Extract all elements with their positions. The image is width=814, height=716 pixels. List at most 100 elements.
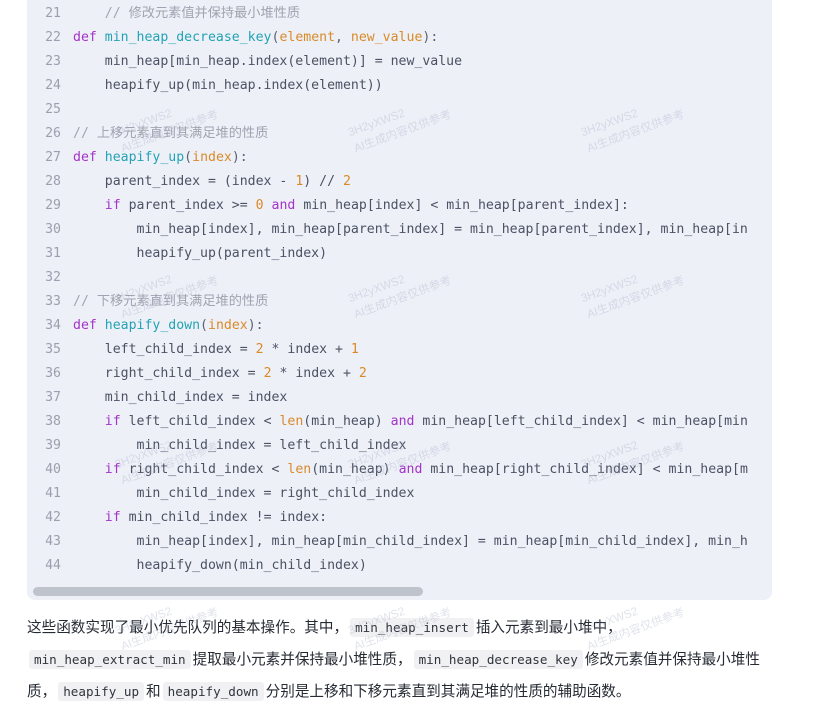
code-token: 1	[350, 342, 359, 357]
code-line-content: // 上移元素直到其满足堆的性质	[73, 122, 772, 146]
code-line-content: min_heap[index], min_heap[min_child_inde…	[73, 530, 772, 554]
code-line: 35 left_child_index = 2 * index + 1	[27, 338, 772, 362]
line-number: 25	[45, 102, 61, 117]
code-token: 2	[263, 366, 272, 381]
line-number: 24	[45, 78, 61, 93]
line-number: 44	[45, 558, 61, 573]
code-token: len	[279, 414, 304, 429]
code-token: def	[73, 30, 105, 45]
code-token: right_child_index =	[73, 366, 264, 381]
code-line: 33 // 下移元素直到其满足堆的性质	[27, 290, 772, 314]
line-number: 42	[45, 510, 61, 525]
code-line-content: left_child_index = 2 * index + 1	[73, 338, 772, 362]
code-line-content: def heapify_up(index):	[73, 146, 772, 170]
line-number: 32	[45, 270, 61, 285]
code-line: 41 min_child_index = right_child_index	[27, 482, 772, 506]
explanation-paragraph: 这些函数实现了最小优先队列的基本操作。其中， min_heap_insert 插入元…	[27, 612, 787, 708]
code-line-content: if parent_index >= 0 and min_heap[index]…	[73, 194, 772, 218]
line-number: 33	[45, 294, 61, 309]
line-number: 21	[45, 6, 61, 21]
code-token: right_child_index <	[128, 462, 288, 477]
code-token: (min_heap)	[311, 462, 399, 477]
line-number: 28	[45, 174, 61, 189]
code-token: heapify_up(parent_index)	[73, 246, 328, 261]
code-line-content: heapify_down(min_child_index)	[73, 554, 772, 578]
code-line: 42 if min_child_index != index:	[27, 506, 772, 530]
code-line-content: if min_child_index != index:	[73, 506, 772, 530]
code-scroll-area[interactable]: 21 // 修改元素值并保持最小堆性质 22 def min_heap_decrea…	[27, 0, 772, 600]
prose-text: 这些函数实现了最小优先队列的基本操作。其中，	[27, 620, 349, 636]
code-line-content: min_child_index = left_child_index	[73, 434, 772, 458]
code-token: if	[104, 414, 129, 429]
code-line: 29 if parent_index >= 0 and min_heap[ind…	[27, 194, 772, 218]
prose-text: 提取最小元素并保持最小堆性质，	[192, 652, 412, 668]
code-line-content: heapify_up(min_heap.index(element))	[73, 74, 772, 98]
code-line: 34 def heapify_down(index):	[27, 314, 772, 338]
code-line: 32	[27, 266, 772, 290]
line-number: 41	[45, 486, 61, 501]
code-token: parent_index >=	[128, 198, 256, 213]
inline-code: min_heap_extract_min	[29, 650, 191, 669]
code-token: ):	[422, 30, 439, 45]
code-token: parent_index = (index -	[73, 174, 296, 189]
inline-code: heapify_down	[162, 682, 264, 701]
code-token: min_heap[index], min_heap[parent_index] …	[73, 222, 748, 237]
code-token: (	[184, 150, 193, 165]
code-block: 21 // 修改元素值并保持最小堆性质 22 def min_heap_decrea…	[27, 0, 772, 600]
code-line-content	[73, 266, 772, 290]
code-token: element	[279, 30, 336, 45]
code-token: def	[73, 318, 105, 333]
line-number: 39	[45, 438, 61, 453]
code-token: len	[287, 462, 312, 477]
inline-code: min_heap_decrease_key	[413, 650, 583, 669]
code-token: heapify_up	[104, 150, 185, 165]
code-token: ,	[335, 30, 351, 45]
code-line-list: 21 // 修改元素值并保持最小堆性质 22 def min_heap_decrea…	[27, 0, 772, 578]
code-line: 38 if left_child_index < len(min_heap) a…	[27, 410, 772, 434]
code-line-content: min_heap[index], min_heap[parent_index] …	[73, 218, 772, 242]
code-line: 43 min_heap[index], min_heap[min_child_i…	[27, 530, 772, 554]
horizontal-scrollbar[interactable]	[27, 587, 772, 596]
code-token: min_child_index != index:	[128, 510, 328, 525]
line-number: 43	[45, 534, 61, 549]
code-token: def	[73, 150, 105, 165]
code-line: 37 min_child_index = index	[27, 386, 772, 410]
code-token: if	[104, 198, 129, 213]
code-token: 0	[255, 198, 264, 213]
line-number: 34	[45, 318, 61, 333]
code-token: // 上移元素直到其满足堆的性质	[73, 126, 269, 141]
code-line-content: // 修改元素值并保持最小堆性质	[73, 2, 772, 26]
inline-code: min_heap_insert	[350, 618, 474, 637]
code-token: //	[319, 174, 343, 189]
code-line-content: right_child_index = 2 * index + 2	[73, 362, 772, 386]
code-line: 44 heapify_down(min_child_index)	[27, 554, 772, 578]
code-line-content: min_child_index = right_child_index	[73, 482, 772, 506]
code-line-content: heapify_up(parent_index)	[73, 242, 772, 266]
code-line: 36 right_child_index = 2 * index + 2	[27, 362, 772, 386]
horizontal-scrollbar-thumb[interactable]	[33, 587, 423, 596]
code-token: (min_heap)	[303, 414, 391, 429]
code-line-content: // 下移元素直到其满足堆的性质	[73, 290, 772, 314]
code-token: left_child_index <	[128, 414, 280, 429]
code-token: if	[104, 510, 129, 525]
code-token: and	[398, 462, 431, 477]
code-line-content: min_child_index = index	[73, 386, 772, 410]
code-token: 2	[358, 366, 367, 381]
code-token: and	[271, 198, 304, 213]
code-token: and	[390, 414, 423, 429]
code-token: min_heap[left_child_index] < min_heap[mi…	[422, 414, 748, 429]
code-line: 25	[27, 98, 772, 122]
code-token: 2	[255, 342, 264, 357]
line-number: 27	[45, 150, 61, 165]
line-number: 23	[45, 54, 61, 69]
code-token: ):	[247, 318, 264, 333]
code-token: ):	[231, 150, 248, 165]
code-token: min_heap[right_child_index] < min_heap[m	[430, 462, 748, 477]
line-number: 37	[45, 390, 61, 405]
code-token: // 修改元素值并保持最小堆性质	[104, 6, 301, 21]
code-token: min_child_index = index	[73, 390, 288, 405]
code-token: * index +	[263, 342, 351, 357]
